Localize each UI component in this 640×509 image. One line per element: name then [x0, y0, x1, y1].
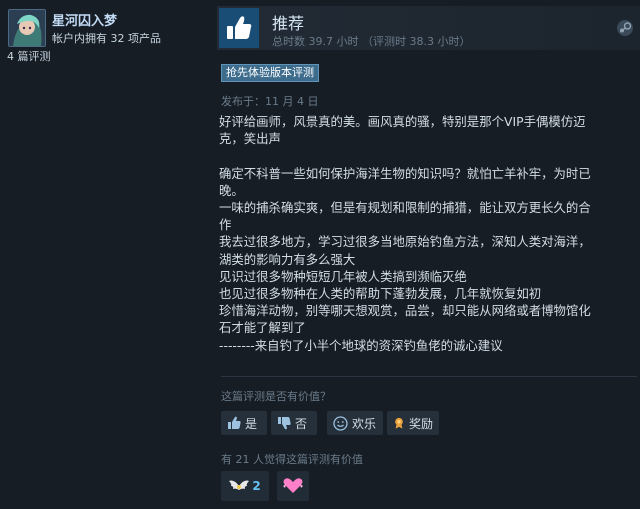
vote-yes-label: 是	[245, 416, 258, 431]
review-line: 克，笑出声	[219, 131, 281, 147]
review-line: 作	[219, 217, 232, 233]
review-line: 好评给画师，风景真的美。画风真的骚，特别是那个VIP手偶模仿迈	[219, 114, 586, 129]
reviewer-panel: 星河囚入梦 帐户内拥有 32 项产品 4 篇评测	[0, 0, 210, 509]
review-count[interactable]: 4 篇评测	[7, 48, 51, 64]
thumbs-down-icon	[278, 417, 291, 430]
found-helpful-count: 有 21 人觉得这篇评测有价值	[221, 453, 363, 466]
heart-award-icon	[283, 478, 303, 493]
award-button[interactable]: 奖励	[387, 411, 439, 435]
thumbs-up-icon	[228, 416, 241, 429]
vote-funny-button[interactable]: 欢乐	[327, 411, 383, 435]
review-line: 晚。	[219, 182, 244, 198]
steam-logo-icon	[616, 19, 634, 37]
review-line: 见识过很多物种短短几年被人类搞到濒临灭绝	[219, 268, 467, 284]
wings-award-icon	[229, 480, 250, 490]
review-line: 湖类的影响力有多么强大	[219, 251, 356, 267]
owned-products[interactable]: 帐户内拥有 32 项产品	[52, 30, 161, 46]
thumbs-up-icon	[219, 8, 259, 48]
user-name[interactable]: 星河囚入梦	[52, 10, 117, 29]
review-line: 也见过很多物种在人类的帮助下蓬勃发展，几年就恢复如初	[219, 286, 542, 302]
review-line: --------来自钓了小半个地球的资深钓鱼佬的诚心建议	[219, 337, 503, 353]
vote-yes-button[interactable]: 是	[221, 411, 267, 435]
award-count: 2	[252, 479, 261, 493]
vote-funny-label: 欢乐	[352, 416, 377, 431]
review-body: 好评给画师，风景真的美。画风真的骚，特别是那个VIP手偶模仿迈 克，笑出声 确定…	[219, 113, 637, 354]
review-line: 珍惜海洋动物，别等哪天想观赏，品尝，却只能从网络或者博物馆化	[219, 303, 591, 319]
vote-header[interactable]: 推荐 总时数 39.7 小时 （评测时 38.3 小时）	[217, 6, 640, 50]
avatar[interactable]	[8, 9, 46, 47]
early-access-badge: 抢先体验版本评测	[221, 64, 319, 82]
divider	[221, 376, 637, 377]
review-verdict: 推荐	[272, 14, 305, 33]
review-line: 我去过很多地方，学习过很多当地原始钓鱼方法，深知人类对海洋，	[219, 234, 591, 250]
vote-no-label: 否	[295, 416, 308, 431]
review-panel: 推荐 总时数 39.7 小时 （评测时 38.3 小时） 抢先体验版本评测 发布…	[210, 0, 640, 509]
award-item-heart[interactable]	[277, 471, 309, 501]
award-icon	[395, 417, 403, 429]
posted-date: 发布于：11 月 4 日	[221, 95, 319, 108]
helpful-question: 这篇评测是否有价值？	[221, 390, 331, 403]
smiley-icon	[333, 415, 348, 431]
award-item-wings[interactable]: 2	[221, 471, 269, 501]
award-label: 奖励	[408, 416, 433, 431]
review-line: 石才能了解到了	[219, 320, 306, 336]
review-line: 一味的捕杀确实爽，但是有规划和限制的捕猎，能让双方更长久的合	[219, 200, 591, 215]
review-line: 确定不科普一些如何保护海洋生物的知识吗？就怕亡羊补牢，为时已	[219, 165, 591, 181]
playtime: 总时数 39.7 小时 （评测时 38.3 小时）	[272, 35, 471, 48]
vote-no-button[interactable]: 否	[271, 411, 317, 435]
review-line	[219, 147, 637, 164]
